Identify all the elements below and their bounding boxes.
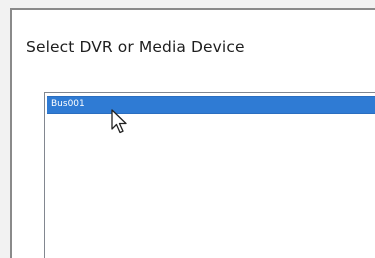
device-list-item-label: Bus001 bbox=[51, 99, 85, 109]
dialog-title: Select DVR or Media Device bbox=[26, 38, 245, 56]
device-list-item-selected[interactable]: Bus001 bbox=[47, 96, 375, 114]
arrow-cursor-icon bbox=[111, 109, 127, 134]
screenshot-background: Select DVR or Media Device Bus001 bbox=[0, 0, 375, 258]
device-listbox[interactable]: Bus001 bbox=[44, 92, 375, 258]
